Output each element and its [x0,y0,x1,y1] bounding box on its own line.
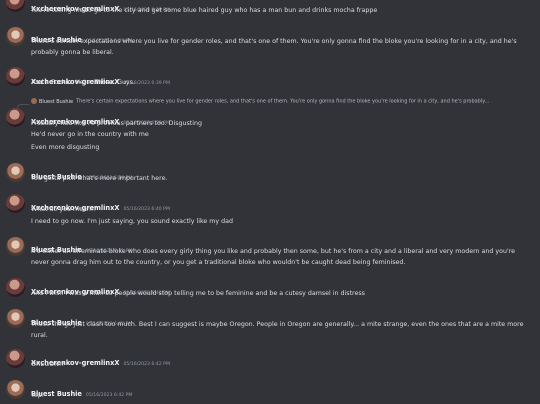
avatar[interactable] [6,194,25,213]
avatar[interactable] [6,67,25,86]
reply-author: Bluest Bushie [39,98,74,105]
avatar[interactable] [6,380,25,399]
message-text: It's either an effeminate bloke who does… [31,248,516,266]
reply-avatar [31,98,37,104]
avatar[interactable] [6,349,25,368]
message-text: I need to go now. I'm just saying, you s… [31,218,233,225]
avatar[interactable] [6,163,25,182]
message-text: Those things just clash too much. Best I… [31,321,524,339]
message-text: You're telling me to go to the city and … [31,7,378,14]
message-text: And I. Fuckin. Hate. Those. Guys. [31,79,135,86]
message-text: Probably had like 70 previous partners t… [31,120,202,127]
message-text: There's certain expectations where you l… [31,38,517,56]
message-text: And I wish I was a man so people would s… [31,290,365,297]
chat-log: Xxcherenkov-gremlinxX 05/16/2023 6:39 PM … [0,0,540,404]
message-text: What do you mean!? [31,206,97,213]
message-text: He'd never go in the country with me [31,131,149,138]
avatar[interactable] [6,27,25,46]
message-text: You gotta pick what's more important her… [31,175,168,182]
reply-text: There's certain expectations where you l… [76,98,490,105]
message-text: Even more disgusting [31,144,100,151]
message-text: Yep. [31,392,44,399]
avatar[interactable] [6,108,25,127]
avatar[interactable] [6,0,25,12]
avatar[interactable] [6,237,25,256]
avatar[interactable] [6,278,25,297]
avatar[interactable] [6,309,25,328]
reply-preview[interactable]: Bluest Bushie There's certain expectation… [31,98,531,105]
message-text: OREGON!? [31,361,65,368]
